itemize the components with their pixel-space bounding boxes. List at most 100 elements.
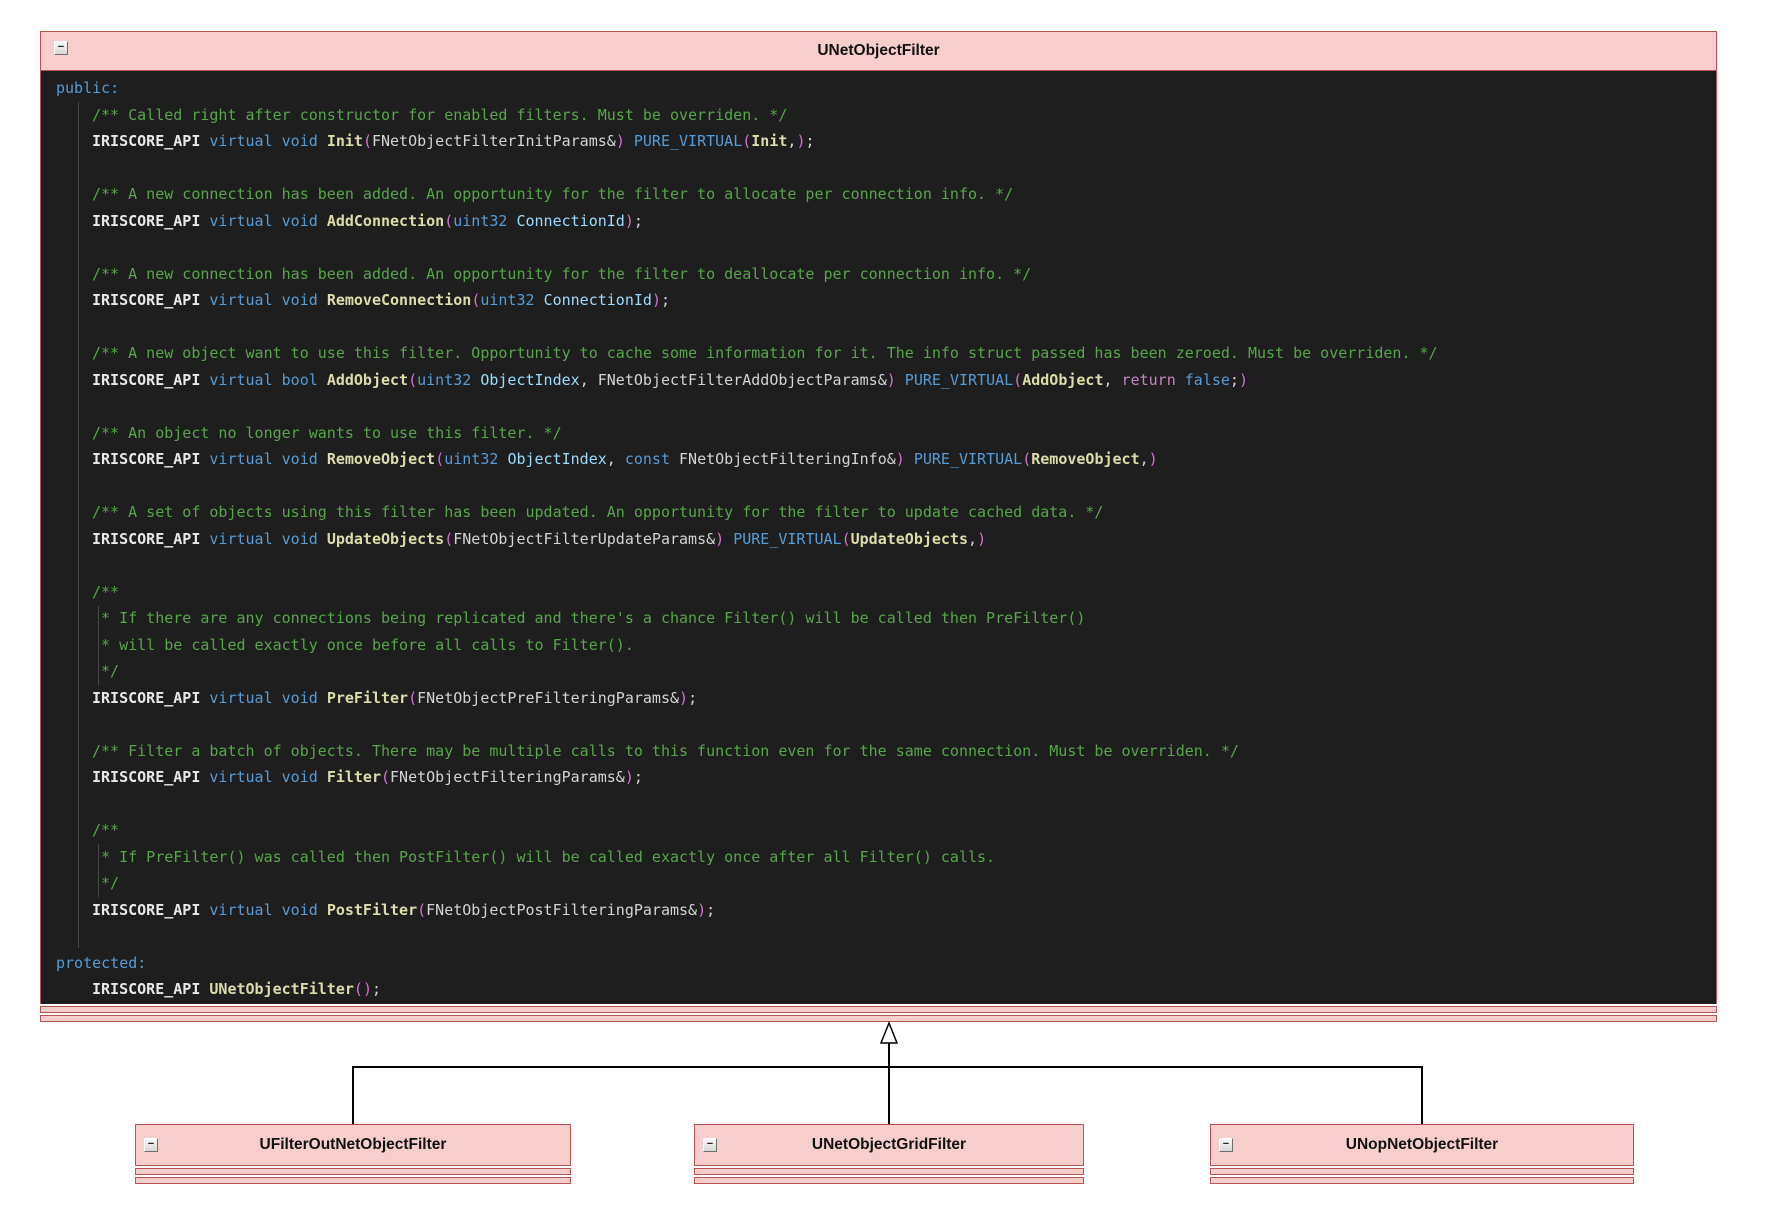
code-token: virtual [209, 529, 282, 548]
code-line: /** A new object want to use this filter… [56, 340, 1710, 367]
code-token: virtual [209, 450, 282, 468]
code-token: ) [886, 370, 896, 389]
code-token: ObjectIndex [480, 370, 580, 389]
code-token: virtual [209, 370, 282, 389]
class-box-ufilteroutnetobjectfilter[interactable]: − UFilterOutNetObjectFilter [135, 1124, 571, 1184]
code-token: */ [92, 662, 120, 680]
code-token: ( [471, 291, 481, 309]
code-token: ; [371, 980, 381, 998]
code-token: ) [624, 211, 634, 230]
code-token: UNetObjectFilter [209, 980, 354, 998]
code-token: IRISCORE_API [92, 688, 210, 707]
code-line: /** A new connection has been added. An … [56, 181, 1710, 208]
code-token: AddConnection [326, 211, 445, 230]
code-token: * If PreFilter() was called then PostFil… [92, 847, 996, 866]
code-token: ( [444, 211, 454, 230]
code-token: /** [92, 821, 120, 839]
code-token: ( [353, 980, 363, 998]
code-token: ( [444, 529, 454, 548]
code-line: protected: [56, 950, 1710, 977]
code-token: RemoveConnection [326, 291, 472, 309]
class-header[interactable]: − UNetObjectFilter [40, 31, 1717, 71]
code-token: FNetObjectFilteringInfo& [679, 450, 896, 468]
code-token: PreFilter [326, 688, 409, 707]
code-token: , [579, 370, 598, 389]
code-token: FNetObjectFilterInitParams& [371, 132, 616, 150]
code-token: ) [615, 132, 625, 150]
class-box-unetobjectgridfilter[interactable]: − UNetObjectGridFilter [694, 1124, 1084, 1184]
code-token: Init [326, 132, 363, 150]
code-token: public: [56, 79, 120, 97]
code-token: ) [651, 291, 661, 309]
methods-compartment [694, 1177, 1084, 1184]
code-token: ) [679, 688, 689, 707]
collapse-icon[interactable]: − [54, 41, 68, 55]
collapse-icon[interactable]: − [1219, 1138, 1233, 1152]
code-token: * If there are any connections being rep… [92, 609, 1086, 627]
code-token: IRISCORE_API [92, 132, 210, 150]
code-token: /** [92, 582, 120, 601]
code-token: Filter [326, 768, 381, 786]
code-token: FNetObjectPostFilteringParams& [426, 900, 698, 919]
code-token: ; [805, 132, 815, 150]
code-area: public: /** Called right after constructo… [40, 71, 1717, 1004]
collapse-icon[interactable]: − [144, 1138, 158, 1152]
code-token: void [281, 529, 327, 548]
code-line: IRISCORE_API virtual void AddConnection(… [56, 208, 1710, 235]
code-token: IRISCORE_API [92, 768, 210, 786]
code-line: /** An object no longer wants to use thi… [56, 420, 1710, 447]
code-line: IRISCORE_API virtual void Filter(FNetObj… [56, 764, 1710, 791]
code-token: UpdateObjects [326, 529, 445, 548]
code-line: /** A new connection has been added. An … [56, 261, 1710, 288]
code-token: IRISCORE_API [92, 529, 210, 548]
class-box-unopnetobjectfilter[interactable]: − UNopNetObjectFilter [1210, 1124, 1634, 1184]
indent-guide [78, 102, 79, 948]
code-token: , [1139, 450, 1149, 468]
code-token: ) [977, 529, 987, 548]
code-line: * will be called exactly once before all… [56, 632, 1710, 659]
code-line: */ [56, 870, 1710, 897]
code-token: RemoveObject [1031, 450, 1140, 468]
code-token: RemoveObject [326, 450, 436, 468]
code-token: PostFilter [326, 900, 418, 919]
code-token: , [1103, 370, 1122, 389]
code-token: ( [362, 132, 372, 150]
comment-indent-guide [98, 844, 99, 897]
code-token: IRISCORE_API [92, 900, 210, 919]
code-token: IRISCORE_API [92, 980, 210, 998]
class-header[interactable]: − UFilterOutNetObjectFilter [135, 1124, 571, 1166]
code-token: virtual [209, 768, 282, 786]
code-token: , [968, 529, 978, 548]
code-token: ConnectionId [543, 291, 652, 309]
code-line: * If PreFilter() was called then PostFil… [56, 844, 1710, 871]
code-token: ; [688, 688, 698, 707]
code-token: uint32 [453, 211, 517, 230]
code-token: virtual [209, 900, 282, 919]
class-header[interactable]: − UNetObjectGridFilter [694, 1124, 1084, 1166]
inheritance-arrowhead [879, 1020, 899, 1044]
code-token: UpdateObjects [850, 529, 969, 548]
code-token: /** A new connection has been added. An … [92, 264, 1032, 283]
class-box-unetobjectfilter[interactable]: − UNetObjectFilter public: /** Called rig… [40, 31, 1717, 1022]
code-token: ) [624, 768, 634, 786]
code-token: protected: [56, 953, 147, 972]
code-token: ( [841, 529, 851, 548]
collapse-icon[interactable]: − [703, 1138, 717, 1152]
code-token: IRISCORE_API [92, 370, 210, 389]
code-token: return [1121, 370, 1185, 389]
class-diagram-page: − UNetObjectFilter public: /** Called rig… [0, 0, 1789, 1225]
code-token: virtual [209, 132, 282, 150]
code-token: ) [895, 450, 905, 468]
code-line: /** [56, 817, 1710, 844]
code-token: ; [706, 900, 716, 919]
code-token: ( [1022, 450, 1032, 468]
code-token: AddObject [1022, 370, 1104, 389]
code-token: ; [633, 211, 643, 230]
code-token: FNetObjectFilteringParams& [390, 768, 625, 786]
class-header[interactable]: − UNopNetObjectFilter [1210, 1124, 1634, 1166]
code-line: IRISCORE_API virtual void PostFilter(FNe… [56, 897, 1710, 924]
